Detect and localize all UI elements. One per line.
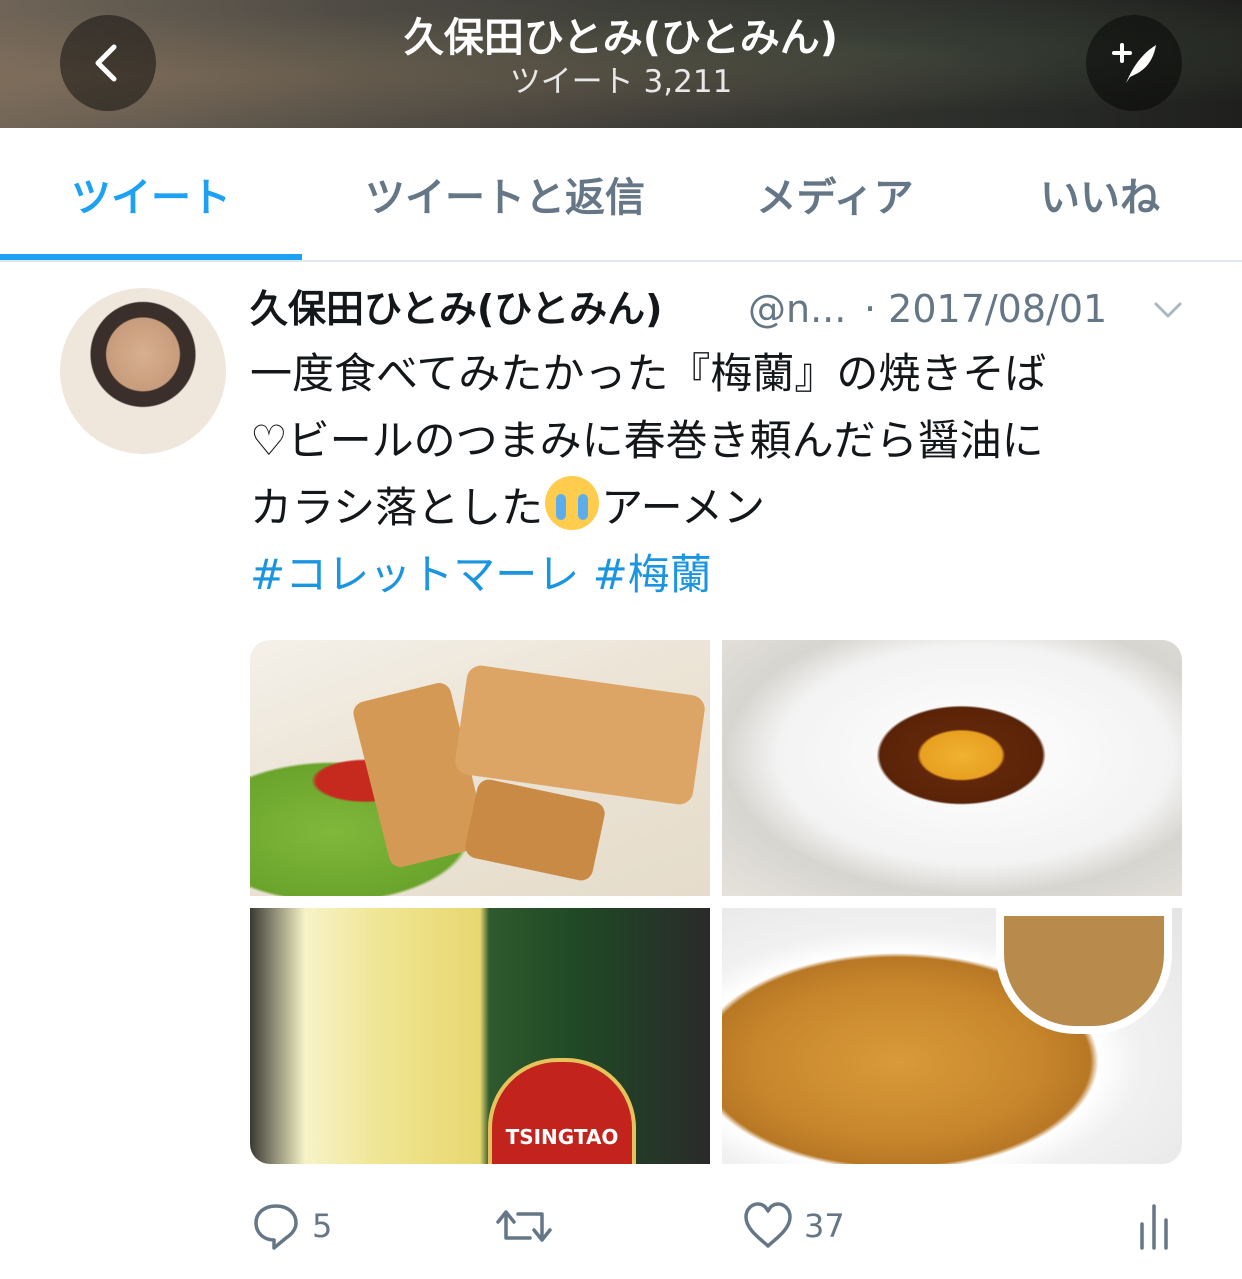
tweet-author-handle[interactable]: @n... <box>748 282 846 336</box>
reply-button[interactable]: 5 <box>250 1198 332 1254</box>
photo-spring-rolls[interactable] <box>250 640 710 896</box>
tweet-text-line: カラシ落とした アーメン <box>250 474 1210 541</box>
hashtag-link[interactable]: #コレットマーレ <box>250 550 579 599</box>
heart-icon <box>744 1202 792 1248</box>
reply-icon <box>254 1204 298 1250</box>
reply-count: 5 <box>312 1207 333 1245</box>
like-button[interactable]: 37 <box>742 1198 845 1254</box>
like-count: 37 <box>804 1207 845 1245</box>
analytics-icon <box>1140 1204 1168 1250</box>
bottle-label-text: TSINGTAO <box>488 1058 636 1164</box>
retweet-icon <box>496 1210 552 1242</box>
tweet-text-segment: アーメン <box>601 483 765 532</box>
compose-tweet-button[interactable] <box>1086 15 1182 111</box>
crying-face-emoji <box>545 476 600 530</box>
tweet-media-grid: TSINGTAO <box>250 640 1182 1164</box>
hashtag-link[interactable]: #梅蘭 <box>593 550 712 599</box>
tweet-text-line: ♡ビールのつまみに春巻き頼んだら醤油に <box>250 416 1044 465</box>
retweet-button[interactable] <box>494 1198 554 1254</box>
compose-feather-icon <box>1112 43 1156 83</box>
tweet-text-line: 一度食べてみたかった『梅蘭』の焼きそば <box>250 349 1047 398</box>
avatar[interactable] <box>60 288 226 454</box>
tweet-author-name[interactable]: 久保田ひとみ(ひとみん) <box>250 282 662 336</box>
tweet-count: ツイート 3,211 <box>509 64 733 100</box>
photo-soy-sauce[interactable] <box>722 640 1182 896</box>
tweet-date[interactable]: · 2017/08/01 <box>864 282 1107 336</box>
tab-media[interactable]: メディア <box>720 168 950 228</box>
tab-tweets[interactable]: ツイート <box>0 168 302 228</box>
photo-beer[interactable]: TSINGTAO <box>250 908 710 1164</box>
active-tab-indicator <box>0 254 302 260</box>
profile-name-title: 久保田ひとみ(ひとみん) <box>403 15 839 61</box>
profile-tabs: ツイート ツイートと返信 メディア いいね <box>0 128 1242 262</box>
analytics-button[interactable] <box>1138 1198 1172 1254</box>
profile-header: 久保田ひとみ(ひとみん) ツイート 3,211 <box>0 0 1242 128</box>
tweet-text: 一度食べてみたかった『梅蘭』の焼きそば ♡ビールのつまみに春巻き頼んだら醤油に … <box>250 340 1210 608</box>
chevron-down-icon[interactable] <box>1150 292 1186 328</box>
tab-likes[interactable]: いいね <box>1010 168 1190 228</box>
tweet-text-segment: カラシ落とした <box>250 483 544 532</box>
hashtag-line: #コレットマーレ #梅蘭 <box>250 541 1210 608</box>
tab-tweets-and-replies[interactable]: ツイートと返信 <box>330 168 680 228</box>
photo-yakisoba[interactable] <box>722 908 1182 1164</box>
